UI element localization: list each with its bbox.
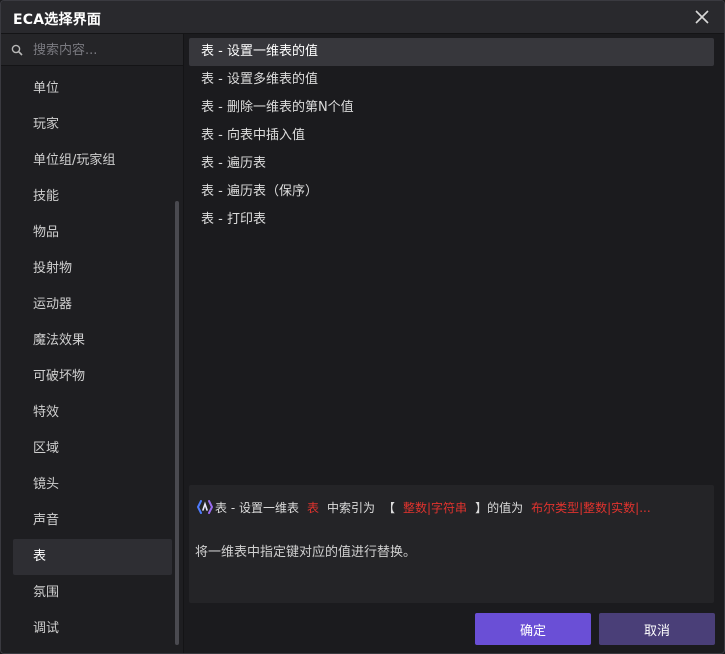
sidebar-item[interactable]: 物品 (13, 215, 172, 251)
function-item[interactable]: 表 - 打印表 (189, 206, 714, 234)
eca-logo-icon (197, 500, 213, 514)
function-item[interactable]: 表 - 设置多维表的值 (189, 66, 714, 94)
sidebar-item[interactable]: 声音 (13, 503, 172, 539)
param-index[interactable]: 整数|字符串 (403, 499, 467, 516)
signature-text-2: 中索引为 (326, 500, 375, 515)
function-list: 表 - 设置一维表的值表 - 设置多维表的值表 - 删除一维表的第N个值表 - … (189, 38, 714, 478)
category-list: 单位 玩家 单位组/玩家组 技能 物品 投射物 运动器 魔法效果 可破坏物 特效 区域 镜头 声音表氛围… (13, 71, 172, 647)
function-signature: 表 - 设置一维表 表 中索引为 【 整数|字符串 】的值为 布尔类型|整数|实… (197, 498, 706, 516)
sidebar-item[interactable]: 单位 (13, 71, 172, 107)
title-bar: ECA选择界面 (1, 1, 724, 34)
signature-bracket-open: 【 (383, 500, 396, 515)
sidebar-item[interactable]: 氛围 (13, 575, 172, 611)
param-value[interactable]: 布尔类型|整数|实数|... (531, 499, 651, 516)
search-input[interactable] (33, 40, 173, 60)
eca-select-dialog: ECA选择界面 单位玩家单位组/玩家组技能物品投射物运动器魔法效果可破坏物特效区… (0, 0, 725, 654)
category-sidebar: 单位玩家单位组/玩家组技能物品投射物运动器魔法效果可破坏物特效区域镜头声音表氛围… (1, 34, 183, 653)
signature-text-3: 】的值为 (475, 500, 524, 515)
function-description: 将一维表中指定键对应的值进行替换。 (195, 545, 417, 560)
function-item[interactable]: 表 - 删除一维表的第N个值 (189, 94, 714, 122)
sidebar-item[interactable]: 技能 (13, 179, 172, 215)
function-item[interactable]: 表 - 遍历表（保序） (189, 178, 714, 206)
sidebar-item[interactable]: 镜头 (13, 467, 172, 503)
search-icon (11, 44, 23, 56)
cancel-button[interactable]: 取消 (599, 613, 715, 645)
function-item[interactable]: 表 - 设置一维表的值 (189, 38, 714, 66)
sidebar-item[interactable]: 魔法效果 (13, 323, 172, 359)
function-item[interactable]: 表 - 向表中插入值 (189, 122, 714, 150)
sidebar-item[interactable]: 区域 (13, 431, 172, 467)
signature-text-1: 表 - 设置一维表 (215, 500, 299, 515)
sidebar-scrollbar-thumb[interactable] (175, 201, 179, 645)
description-panel: 表 - 设置一维表 表 中索引为 【 整数|字符串 】的值为 布尔类型|整数|实… (189, 485, 714, 603)
confirm-button[interactable]: 确定 (475, 613, 591, 645)
sidebar-item[interactable]: 表 (13, 539, 172, 575)
panel-divider (183, 34, 184, 653)
sidebar-item[interactable]: 投射物 (13, 251, 172, 287)
search-bar (1, 34, 183, 66)
sidebar-item[interactable]: 玩家 (13, 107, 172, 143)
close-button[interactable] (688, 4, 716, 30)
sidebar-item[interactable]: 单位组/玩家组 (13, 143, 172, 179)
sidebar-item[interactable]: 特效 (13, 395, 172, 431)
sidebar-item[interactable]: 可破坏物 (13, 359, 172, 395)
close-icon (695, 10, 709, 24)
function-item[interactable]: 表 - 遍历表 (189, 150, 714, 178)
sidebar-item[interactable]: 调试 (13, 611, 172, 647)
param-table[interactable]: 表 (307, 499, 319, 516)
window-title: ECA选择界面 (13, 12, 102, 28)
sidebar-item[interactable]: 运动器 (13, 287, 172, 323)
